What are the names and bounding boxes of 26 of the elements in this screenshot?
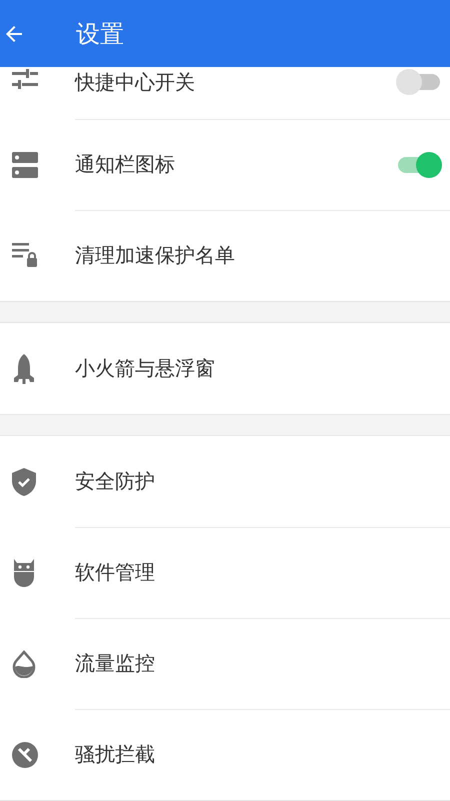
shield-check-icon <box>12 468 36 496</box>
settings-item[interactable]: 流量监控 <box>0 618 450 709</box>
item-label: 快捷中心开关 <box>75 69 196 96</box>
toggle-switch[interactable] <box>396 152 442 178</box>
item-label: 安全防护 <box>75 468 156 495</box>
server-icon <box>12 152 38 178</box>
screen-title: 设置 <box>76 18 124 50</box>
item-label: 小火箭与悬浮窗 <box>75 355 216 382</box>
toggle-switch[interactable] <box>396 69 442 95</box>
list-lock-icon <box>12 242 38 268</box>
water-drop-icon <box>12 650 36 678</box>
settings-item[interactable]: 通知栏图标 <box>0 119 450 210</box>
settings-item[interactable]: 小火箭与悬浮窗 <box>0 323 450 414</box>
settings-item[interactable]: 骚扰拦截 <box>0 709 450 800</box>
settings-item[interactable]: 安全防护 <box>0 436 450 527</box>
item-label: 清理加速保护名单 <box>75 242 236 269</box>
rocket-icon <box>12 354 36 384</box>
settings-item[interactable]: 软件管理 <box>0 527 450 618</box>
item-label: 软件管理 <box>75 559 156 586</box>
item-label: 流量监控 <box>75 650 156 677</box>
item-label: 骚扰拦截 <box>75 741 156 768</box>
settings-item[interactable]: 快捷中心开关 <box>0 67 450 119</box>
item-label: 通知栏图标 <box>75 151 176 178</box>
settings-item[interactable]: 清理加速保护名单 <box>0 210 450 301</box>
sliders-icon <box>12 69 38 89</box>
android-icon <box>12 558 36 586</box>
